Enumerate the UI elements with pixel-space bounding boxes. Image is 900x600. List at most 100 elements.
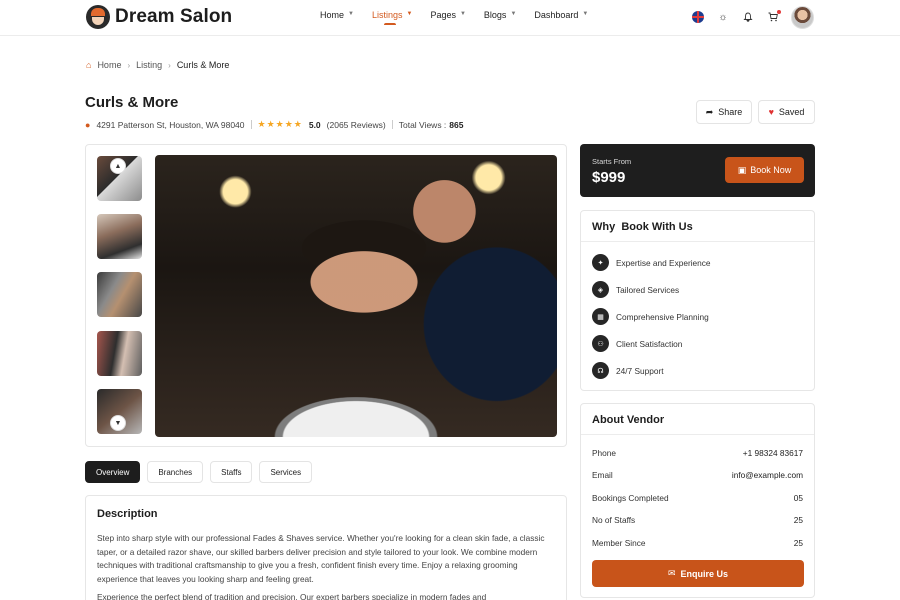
nav-blogs-label: Blogs bbox=[483, 10, 507, 20]
share-label: Share bbox=[718, 107, 743, 117]
avatar[interactable] bbox=[791, 6, 814, 29]
nav-home[interactable]: Home ▼ bbox=[320, 10, 354, 20]
image-gallery: ▲ ▼ bbox=[85, 144, 567, 447]
mail-icon: ✉ bbox=[667, 568, 676, 578]
nav-pages-label: Pages bbox=[430, 10, 456, 20]
logo[interactable]: Dream Salon bbox=[86, 5, 232, 29]
price: $999 bbox=[592, 169, 626, 186]
top-header: Dream Salon Home ▼ Listings ▼ Pages ▼ Blogs… bbox=[0, 0, 900, 36]
chevron-down-icon: ▼ bbox=[459, 11, 466, 17]
flag-uk-icon[interactable] bbox=[692, 11, 704, 23]
listing-address: 4291 Patterson St, Houston, WA 98040 bbox=[96, 119, 245, 130]
home-icon: ⌂ bbox=[86, 60, 92, 70]
logo-text: Dream Salon bbox=[115, 6, 233, 27]
chevron-down-icon: ▼ bbox=[348, 11, 354, 17]
page-title: Curls & More bbox=[85, 94, 179, 111]
nav-dashboard[interactable]: Dashboard ▼ bbox=[534, 10, 588, 20]
nav-pages[interactable]: Pages ▼ bbox=[430, 10, 465, 20]
why-item-label: Tailored Services bbox=[616, 284, 680, 295]
book-now-label: Book Now bbox=[750, 165, 792, 175]
star-rating-icon: ★★★★★ bbox=[257, 119, 303, 129]
bell-icon[interactable] bbox=[742, 11, 754, 23]
chevron-up-icon[interactable]: ▲ bbox=[110, 158, 126, 174]
why-item-label: 24/7 Support bbox=[616, 365, 664, 376]
sun-icon[interactable]: ☼ bbox=[717, 11, 729, 23]
vendor-row-label: Phone bbox=[592, 448, 616, 458]
description-paragraph: Step into sharp style with our professio… bbox=[97, 533, 545, 584]
why-item: ☊ 24/7 Support bbox=[592, 362, 664, 379]
breadcrumb-listing[interactable]: Listing bbox=[136, 60, 162, 70]
cart-icon[interactable] bbox=[767, 10, 781, 23]
breadcrumb: ⌂ Home › Listing › Curls & More bbox=[86, 60, 229, 70]
why-item-label: Comprehensive Planning bbox=[616, 311, 709, 322]
description-paragraph: Experience the perfect blend of traditio… bbox=[97, 592, 487, 600]
calendar-icon: ▣ bbox=[737, 164, 747, 175]
tab-branches[interactable]: Branches bbox=[147, 461, 204, 483]
chevron-down-icon: ▼ bbox=[510, 11, 517, 17]
nav-blogs[interactable]: Blogs ▼ bbox=[484, 10, 516, 20]
cart-badge bbox=[777, 10, 781, 14]
main-nav: Home ▼ Listings ▼ Pages ▼ Blogs ▼ Dashboard ▼ bbox=[320, 10, 588, 25]
users-icon: ⚇ bbox=[592, 335, 609, 352]
tab-overview[interactable]: Overview bbox=[85, 461, 141, 483]
tab-services[interactable]: Services bbox=[259, 461, 313, 483]
gallery-thumbnail[interactable] bbox=[97, 331, 142, 376]
about-vendor-title: About Vendor bbox=[581, 404, 814, 435]
divider bbox=[391, 120, 393, 129]
chevron-down-icon: ▼ bbox=[406, 11, 413, 17]
vendor-row-label: Email bbox=[592, 470, 613, 480]
starts-from-label: Starts From bbox=[592, 157, 632, 166]
why-item: ◈ Tailored Services bbox=[592, 281, 679, 298]
why-item: ⚇ Client Satisfaction bbox=[592, 335, 682, 352]
nav-dashboard-label: Dashboard bbox=[534, 10, 579, 20]
vendor-row: Bookings Completed 05 bbox=[592, 493, 803, 503]
vendor-row-label: No of Staffs bbox=[592, 515, 636, 525]
description-title: Description bbox=[97, 508, 158, 520]
gallery-thumbnail[interactable] bbox=[97, 214, 142, 259]
why-item-label: Expertise and Experience bbox=[616, 257, 711, 268]
logo-icon bbox=[86, 5, 110, 29]
description-card: Description Step into sharp style with o… bbox=[85, 495, 567, 600]
views-value: 865 bbox=[449, 119, 464, 130]
tab-staffs[interactable]: Staffs bbox=[210, 461, 253, 483]
nav-home-label: Home bbox=[320, 10, 345, 20]
why-item: ✦ Expertise and Experience bbox=[592, 254, 711, 271]
gallery-thumbnail[interactable] bbox=[97, 272, 142, 317]
chevron-down-icon[interactable]: ▼ bbox=[110, 415, 126, 431]
main-gallery-image bbox=[155, 155, 557, 437]
nav-listings-label: Listings bbox=[371, 10, 403, 20]
enquire-button[interactable]: ✉ Enquire Us bbox=[592, 560, 804, 587]
divider bbox=[250, 120, 252, 129]
vendor-row-value: 05 bbox=[793, 493, 803, 503]
vendor-row-label: Bookings Completed bbox=[592, 493, 669, 503]
tag-icon: ◈ bbox=[592, 281, 609, 298]
header-actions: ☼ bbox=[692, 10, 781, 23]
vendor-row: Email info@example.com bbox=[592, 470, 803, 480]
grid-icon: ▦ bbox=[592, 308, 609, 325]
about-vendor-card: About Vendor Phone +1 98324 83617 Email … bbox=[580, 403, 815, 598]
chevron-down-icon: ▼ bbox=[582, 11, 589, 17]
saved-button[interactable]: ♥ Saved bbox=[758, 100, 815, 124]
breadcrumb-current: Curls & More bbox=[176, 60, 230, 70]
review-count[interactable]: (2065 Reviews) bbox=[327, 120, 386, 130]
chevron-right-icon: › bbox=[168, 60, 171, 70]
vendor-phone[interactable]: +1 98324 83617 bbox=[743, 448, 803, 458]
share-icon: ➦ bbox=[705, 106, 714, 117]
booking-card: Starts From $999 ▣ Book Now bbox=[580, 144, 815, 197]
vendor-row: Member Since 25 bbox=[592, 538, 803, 548]
bulb-icon: ✦ bbox=[592, 254, 609, 271]
nav-listings[interactable]: Listings ▼ bbox=[371, 10, 413, 25]
book-now-button[interactable]: ▣ Book Now bbox=[725, 157, 804, 183]
vendor-row-value: 25 bbox=[793, 538, 803, 548]
vendor-row-value: 25 bbox=[793, 515, 803, 525]
listing-meta: ● 4291 Patterson St, Houston, WA 98040 ★… bbox=[85, 119, 463, 130]
saved-label: Saved bbox=[778, 107, 805, 117]
chevron-right-icon: › bbox=[127, 60, 131, 70]
enquire-label: Enquire Us bbox=[680, 568, 729, 579]
vendor-email[interactable]: info@example.com bbox=[732, 470, 803, 480]
heart-icon: ♥ bbox=[768, 107, 774, 117]
views-label: Total Views : bbox=[398, 119, 447, 130]
map-pin-icon: ● bbox=[85, 119, 91, 130]
breadcrumb-home[interactable]: Home bbox=[97, 60, 121, 70]
share-button[interactable]: ➦ Share bbox=[696, 100, 752, 124]
